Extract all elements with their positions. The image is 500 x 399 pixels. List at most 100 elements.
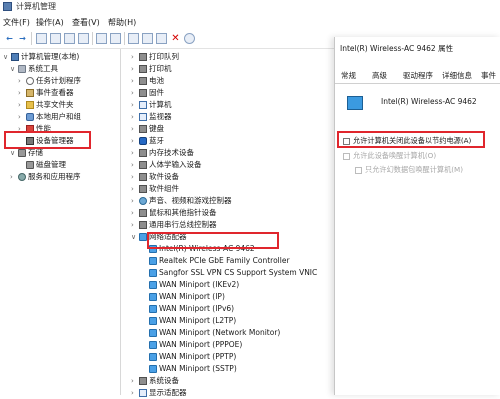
chevron-right-icon[interactable]: › [131,183,139,195]
back-icon[interactable]: ← [4,33,15,44]
menu-action[interactable]: 操作(A) [36,17,64,28]
highlight-device-manager [4,131,91,149]
help-icon[interactable] [96,33,107,44]
device-category[interactable]: › 键盘 [131,123,164,135]
bluetooth-icon [139,137,147,145]
device-category[interactable]: › 蓝牙 [131,135,164,147]
network-adapter-item[interactable]: WAN Miniport (PPPOE) [149,339,242,351]
tree-services[interactable]: › 服务和应用程序 [10,171,81,183]
magic-packet-checkbox[interactable]: 只允许幻数据包唤醒计算机(M) [355,165,463,176]
menu-file[interactable]: 文件(F) [3,17,30,28]
checkbox-icon[interactable] [343,152,350,160]
tab-events[interactable]: 事件 [481,70,496,81]
highlight-power-save-option [337,131,485,148]
scan-hardware-icon[interactable] [128,33,139,44]
chevron-right-icon[interactable]: › [131,147,139,159]
battery-icon [139,77,147,85]
update-driver-icon[interactable] [142,33,153,44]
device-category[interactable]: › 系统设备 [131,375,179,387]
chevron-right-icon[interactable]: › [18,111,26,123]
network-adapter-item[interactable]: WAN Miniport (L2TP) [149,315,236,327]
network-adapter-icon [149,365,157,373]
tab-driver[interactable]: 驱动程序 [403,70,433,81]
device-category[interactable]: › 声音、视频和游戏控制器 [131,195,232,207]
device-category[interactable]: › 软件组件 [131,183,179,195]
tree-shared-folders[interactable]: › 共享文件夹 [18,99,74,111]
network-adapter-item[interactable]: WAN Miniport (SSTP) [149,363,237,375]
toolbar-separator [124,32,125,45]
console-tree-icon[interactable] [110,33,121,44]
device-category[interactable]: › 打印机 [131,63,172,75]
system-device-icon [139,377,147,385]
properties-icon[interactable] [64,33,75,44]
chevron-right-icon[interactable]: › [131,375,139,387]
menu-view[interactable]: 查看(V) [72,17,100,28]
tab-details[interactable]: 详细信息 [442,70,472,81]
forward-icon[interactable]: → [17,33,28,44]
device-category[interactable]: › 打印队列 [131,51,179,63]
tree-event-viewer[interactable]: › 事件查看器 [18,87,74,99]
device-category[interactable]: › 内存技术设备 [131,147,194,159]
chevron-right-icon[interactable]: › [131,159,139,171]
uninstall-device-icon[interactable]: ✕ [170,33,181,44]
refresh-icon[interactable] [78,33,89,44]
highlight-wireless-adapter [147,232,279,249]
device-category[interactable]: › 监视器 [131,111,172,123]
chevron-down-icon[interactable]: ∨ [131,231,139,243]
wake-computer-checkbox[interactable]: 允许此设备唤醒计算机(O) [343,151,436,162]
chevron-right-icon[interactable]: › [131,99,139,111]
chevron-right-icon[interactable]: › [131,75,139,87]
device-category[interactable]: › 显示适配器 [131,387,187,399]
device-category[interactable]: › 软件设备 [131,171,179,183]
navigation-tree: ∨ 计算机管理(本地) ∨ 系统工具 › 任务计划程序 › 事件查看器 › 共享文件夹 ›… [0,49,121,395]
chevron-right-icon[interactable]: › [131,87,139,99]
chevron-right-icon[interactable]: › [18,75,26,87]
computer-icon [11,53,19,61]
chevron-right-icon[interactable]: › [131,63,139,75]
chevron-right-icon[interactable]: › [131,123,139,135]
chevron-right-icon[interactable]: › [18,99,26,111]
chevron-right-icon[interactable]: › [131,387,139,399]
checkbox-icon[interactable] [355,166,362,174]
network-adapter-item[interactable]: WAN Miniport (IKEv2) [149,279,239,291]
toolbar-separator [92,32,93,45]
device-category[interactable]: › 固件 [131,87,164,99]
chevron-right-icon[interactable]: › [131,51,139,63]
network-adapter-item[interactable]: Realtek PCIe GbE Family Controller [149,255,290,267]
tab-general[interactable]: 常规 [341,70,356,81]
chevron-right-icon[interactable]: › [131,219,139,231]
chevron-down-icon[interactable]: ∨ [10,63,18,75]
chevron-right-icon[interactable]: › [131,135,139,147]
enable-device-icon[interactable] [184,33,195,44]
show-hide-tree-icon[interactable] [50,33,61,44]
tree-disk-management[interactable]: 磁盘管理 [26,159,66,171]
disable-device-icon[interactable] [156,33,167,44]
network-adapter-item[interactable]: WAN Miniport (Network Monitor) [149,327,280,339]
device-category[interactable]: › 电池 [131,75,164,87]
chevron-right-icon[interactable]: › [131,171,139,183]
network-adapter-item[interactable]: WAN Miniport (IP) [149,291,225,303]
network-adapter-item[interactable]: WAN Miniport (IPv6) [149,303,234,315]
device-category[interactable]: › 计算机 [131,99,172,111]
services-icon [18,173,26,181]
chevron-right-icon[interactable]: › [131,207,139,219]
device-category[interactable]: › 人体学输入设备 [131,159,202,171]
tree-task-scheduler[interactable]: › 任务计划程序 [18,75,81,87]
tree-system-tools[interactable]: ∨ 系统工具 [10,63,58,75]
dialog-title: Intel(R) Wireless-AC 9462 属性 [340,44,454,53]
chevron-right-icon[interactable]: › [131,111,139,123]
chevron-right-icon[interactable]: › [18,87,26,99]
tree-local-users[interactable]: › 本地用户和组 [18,111,81,123]
up-level-icon[interactable] [36,33,47,44]
tab-advanced[interactable]: 高级 [372,70,387,81]
chevron-down-icon[interactable]: ∨ [3,51,11,63]
network-adapter-item[interactable]: WAN Miniport (PPTP) [149,351,236,363]
menu-help[interactable]: 帮助(H) [108,17,136,28]
network-adapter-item[interactable]: Sangfor SSL VPN CS Support System VNIC [149,267,317,279]
device-category[interactable]: › 鼠标和其他指针设备 [131,207,217,219]
tree-root[interactable]: ∨ 计算机管理(本地) [3,51,79,63]
audio-icon [139,197,147,205]
device-category[interactable]: › 通用串行总线控制器 [131,219,217,231]
chevron-right-icon[interactable]: › [131,195,139,207]
chevron-right-icon[interactable]: › [10,171,18,183]
